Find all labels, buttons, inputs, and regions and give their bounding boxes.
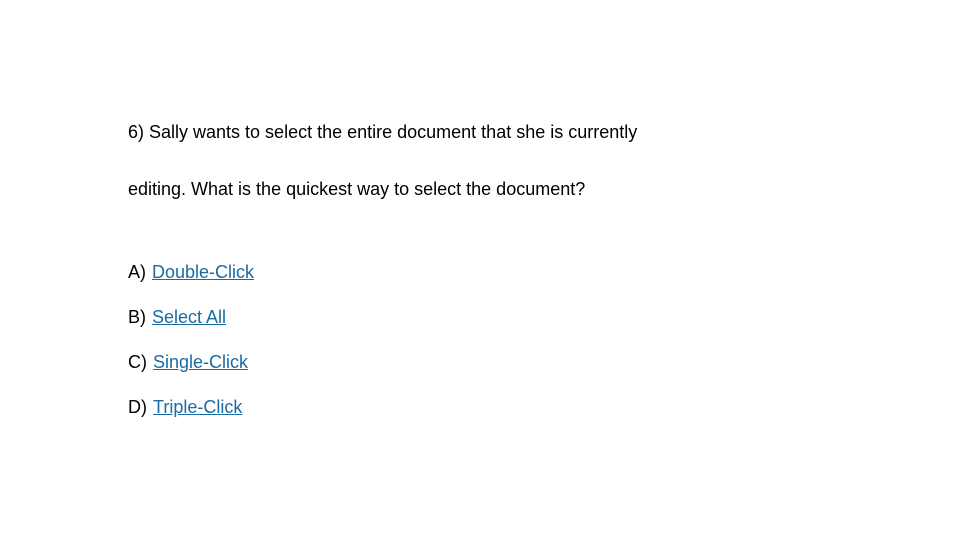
option-prefix: A) bbox=[128, 262, 146, 283]
option-prefix: D) bbox=[128, 397, 147, 418]
option-d: D) Triple-Click bbox=[128, 397, 828, 418]
option-d-link[interactable]: Triple-Click bbox=[153, 397, 242, 418]
question-text-line-2: editing. What is the quickest way to sel… bbox=[128, 177, 828, 202]
option-b-link[interactable]: Select All bbox=[152, 307, 226, 328]
option-a: A) Double-Click bbox=[128, 262, 828, 283]
option-prefix: B) bbox=[128, 307, 146, 328]
question-text-line-1: 6) Sally wants to select the entire docu… bbox=[128, 120, 828, 145]
option-b: B) Select All bbox=[128, 307, 828, 328]
option-c: C) Single-Click bbox=[128, 352, 828, 373]
question-block: 6) Sally wants to select the entire docu… bbox=[128, 120, 828, 442]
option-c-link[interactable]: Single-Click bbox=[153, 352, 248, 373]
option-prefix: C) bbox=[128, 352, 147, 373]
option-a-link[interactable]: Double-Click bbox=[152, 262, 254, 283]
